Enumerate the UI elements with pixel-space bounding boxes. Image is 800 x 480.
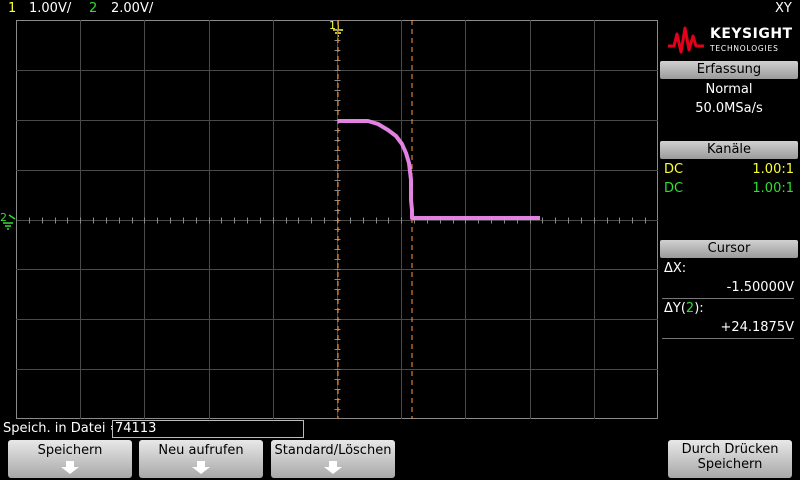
arrow-down-icon xyxy=(61,461,79,474)
keysight-wave-icon xyxy=(668,26,704,54)
arrow-down-icon xyxy=(324,461,342,474)
ch2-scale[interactable]: 2.00V/ xyxy=(111,1,153,16)
recall-button[interactable]: Neu aufrufen xyxy=(139,440,263,478)
ch1-number: 1 xyxy=(8,1,17,16)
sample-rate: 50.0MSa/s xyxy=(695,101,763,116)
keysight-logo: KEYSIGHT TECHNOLOGIES xyxy=(660,20,800,60)
save-button[interactable]: Speichern xyxy=(8,440,132,478)
cursor-divider xyxy=(662,298,794,299)
delta-x-label: ΔX: xyxy=(664,261,687,276)
delta-x-value: -1.50000V xyxy=(726,280,794,295)
delta-y-value: +24.1875V xyxy=(720,320,794,335)
graticule xyxy=(16,20,658,419)
ch2-ground-marker[interactable]: 2 xyxy=(0,211,16,231)
channels-header[interactable]: Kanäle xyxy=(660,141,798,159)
ch2-coupling: DC xyxy=(664,181,684,196)
side-panel: KEYSIGHT TECHNOLOGIES Erfassung Normal 5… xyxy=(660,20,800,419)
waveform-display[interactable] xyxy=(16,20,658,419)
press-to-save-line1: Durch Drücken xyxy=(681,442,779,457)
default-clear-button-label: Standard/Löschen xyxy=(274,443,392,458)
ch1-scale[interactable]: 1.00V/ xyxy=(29,1,71,16)
filename-field[interactable]: 74113 xyxy=(112,420,304,438)
recall-button-label: Neu aufrufen xyxy=(158,443,244,458)
save-file-label: Speich. in Datei = xyxy=(3,421,121,436)
ch1-probe: 1.00:1 xyxy=(752,162,794,177)
ch2-probe: 1.00:1 xyxy=(752,181,794,196)
arrow-down-icon xyxy=(192,461,210,474)
press-to-save-button[interactable]: Durch Drücken Speichern xyxy=(668,440,792,478)
xy-trace xyxy=(338,119,540,220)
ch1-coupling: DC xyxy=(664,162,684,177)
cursor-header[interactable]: Cursor xyxy=(660,240,798,258)
channel-scale-bar: 1 1.00V/ 2 2.00V/ XY xyxy=(0,0,800,20)
save-file-bar: Speich. in Datei = 74113 xyxy=(0,420,800,438)
cursor-divider-2 xyxy=(662,338,794,339)
acquisition-header[interactable]: Erfassung xyxy=(660,61,798,79)
acquisition-mode: Normal xyxy=(705,82,753,97)
delta-y-label: ΔY(2): xyxy=(664,301,704,316)
delta-y-channel: 2 xyxy=(685,301,695,316)
brand-name: KEYSIGHT xyxy=(710,26,793,42)
save-button-label: Speichern xyxy=(37,443,103,458)
brand-sub: TECHNOLOGIES xyxy=(710,44,779,53)
ch2-number: 2 xyxy=(89,1,98,16)
press-to-save-line2: Speichern xyxy=(697,457,763,472)
timebase-mode[interactable]: XY xyxy=(775,1,792,16)
default-clear-button[interactable]: Standard/Löschen xyxy=(271,440,395,478)
